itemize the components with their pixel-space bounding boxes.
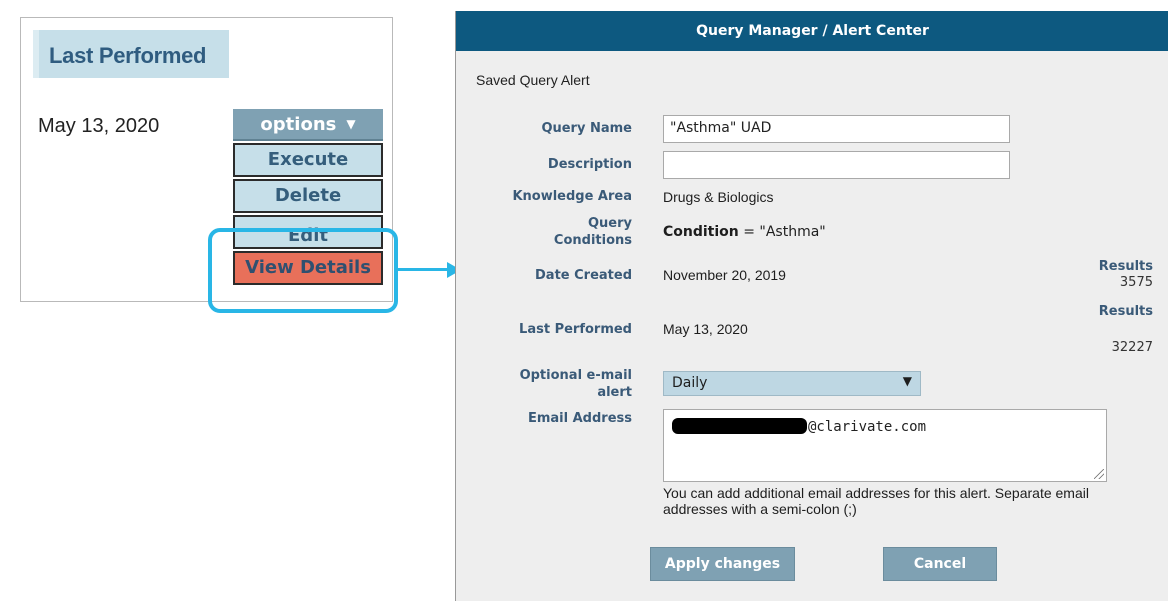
options-dropdown-button[interactable]: options ▼ <box>233 109 383 141</box>
results-created: Results 3575 <box>1099 259 1153 290</box>
description-input[interactable] <box>663 151 1010 179</box>
redacted-email-mask <box>672 418 807 434</box>
last-performed-column-header: Last Performed <box>33 30 229 78</box>
query-name-input[interactable]: "Asthma" UAD <box>663 115 1010 143</box>
dialog-subtitle: Saved Query Alert <box>476 72 590 88</box>
last-performed-label: Last Performed <box>519 322 632 337</box>
knowledge-area-value: Drugs & Biologics <box>663 189 774 205</box>
last-performed-value: May 13, 2020 <box>663 321 748 337</box>
results-performed-label: Results <box>1098 304 1153 319</box>
resize-handle-icon[interactable] <box>1094 469 1104 479</box>
knowledge-area-label: Knowledge Area <box>512 189 632 204</box>
callout-arrow-line <box>397 268 449 271</box>
condition-expression: = "Asthma" <box>738 224 826 240</box>
email-alert-selected-value: Daily <box>672 375 708 391</box>
date-created-value: November 20, 2019 <box>663 267 786 283</box>
email-help-text: You can add additional email addresses f… <box>663 485 1089 517</box>
email-address-textarea[interactable]: @clarivate.com <box>663 409 1107 482</box>
menu-item-view-details[interactable]: View Details <box>233 251 383 285</box>
date-created-label: Date Created <box>535 268 632 283</box>
query-conditions-value: Condition = "Asthma" <box>663 223 826 240</box>
options-label: options <box>260 113 337 135</box>
apply-changes-button[interactable]: Apply changes <box>650 547 795 581</box>
cancel-button[interactable]: Cancel <box>883 547 997 581</box>
query-manager-dialog: Query Manager / Alert Center Saved Query… <box>455 11 1168 601</box>
condition-key: Condition <box>663 224 739 240</box>
results-performed: Results 32227 <box>1099 304 1153 355</box>
results-created-value: 3575 <box>1119 275 1153 290</box>
menu-item-edit[interactable]: Edit <box>233 215 383 249</box>
menu-item-execute[interactable]: Execute <box>233 143 383 177</box>
dialog-title: Query Manager / Alert Center <box>456 11 1168 51</box>
optional-email-alert-label: Optional e-mail alert <box>519 368 632 400</box>
email-domain-text: @clarivate.com <box>808 419 927 435</box>
results-performed-value: 32227 <box>1111 340 1153 355</box>
caret-down-icon: ▼ <box>346 117 356 131</box>
description-label: Description <box>547 157 632 172</box>
caret-down-icon: ▼ <box>902 374 912 388</box>
query-list-panel: Last Performed May 13, 2020 options ▼ Ex… <box>20 17 393 302</box>
results-created-label: Results <box>1098 259 1153 274</box>
menu-item-delete[interactable]: Delete <box>233 179 383 213</box>
last-performed-date: May 13, 2020 <box>38 115 160 137</box>
query-name-label: Query Name <box>541 121 632 136</box>
query-conditions-label: Query Conditions <box>553 216 632 248</box>
email-alert-frequency-select[interactable]: Daily ▼ <box>663 371 921 396</box>
email-address-label: Email Address <box>527 411 632 426</box>
